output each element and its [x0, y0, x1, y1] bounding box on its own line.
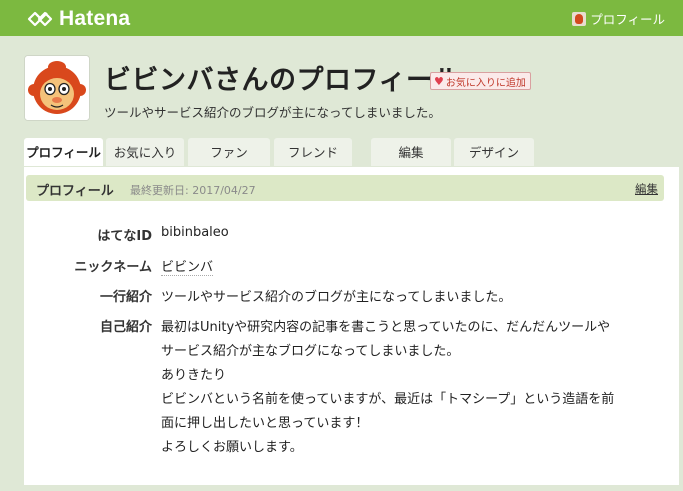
- top-bar: Hatena プロフィール: [0, 0, 683, 36]
- oneline-label: 一行紹介: [99, 290, 152, 305]
- bio-line: よろしくお願いします。: [161, 440, 303, 455]
- monkey-avatar-icon: [25, 56, 89, 120]
- tab-fans[interactable]: ファン: [188, 138, 270, 166]
- logo-text: Hatena: [59, 7, 131, 30]
- add-favorite-button[interactable]: ♥ お気に入りに追加: [430, 72, 531, 90]
- profile-description: ツールやサービス紹介のブログが主になってしまいました。: [104, 105, 441, 120]
- heart-icon: ♥: [434, 74, 444, 88]
- profile-panel: プロフィール 最終更新日: 2017/04/27 編集 はてなID bibinb…: [24, 167, 679, 485]
- hatena-logo-icon: [27, 11, 53, 27]
- bio-line: ビビンバという名前を使っていますが、最近は「トマシープ」という造語を前: [161, 392, 615, 407]
- bio-line: サービス紹介が主なブログになってしまいました。: [161, 344, 460, 359]
- bio-label: 自己紹介: [99, 320, 152, 335]
- nickname-value[interactable]: ビビンバ: [161, 256, 214, 276]
- header-profile-link[interactable]: プロフィール: [572, 9, 665, 28]
- tab-profile[interactable]: プロフィール: [24, 138, 103, 166]
- panel-header: プロフィール 最終更新日: 2017/04/27 編集: [26, 175, 664, 201]
- last-updated: 最終更新日: 2017/04/27: [130, 184, 256, 197]
- edit-link[interactable]: 編集: [635, 181, 658, 197]
- header-profile-label: プロフィール: [590, 12, 665, 27]
- user-avatar-icon: [572, 11, 587, 26]
- tab-design[interactable]: デザイン: [454, 138, 534, 166]
- bio-line: ありきたり: [161, 368, 227, 383]
- hatena-id-label: はてなID: [97, 229, 152, 244]
- tab-favorites[interactable]: お気に入り: [106, 138, 184, 166]
- bio-line: 面に押し出したいと思っています！: [161, 416, 369, 431]
- avatar[interactable]: [24, 55, 90, 121]
- bio-line: 最初はUnityや研究内容の記事を書こうと思っていたのに、だんだんツールや: [161, 320, 611, 335]
- tab-friends[interactable]: フレンド: [274, 138, 352, 166]
- panel-title: プロフィール: [36, 184, 114, 199]
- hatena-logo[interactable]: Hatena: [26, 7, 130, 31]
- hatena-id-value: bibinbaleo: [161, 225, 229, 240]
- page-title: ビビンバさんのプロフィール: [104, 65, 461, 96]
- oneline-value: ツールやサービス紹介のブログが主になってしまいました。: [161, 290, 512, 305]
- tab-edit[interactable]: 編集: [371, 138, 451, 166]
- add-favorite-label: お気に入りに追加: [445, 77, 526, 89]
- nickname-label: ニックネーム: [74, 260, 152, 275]
